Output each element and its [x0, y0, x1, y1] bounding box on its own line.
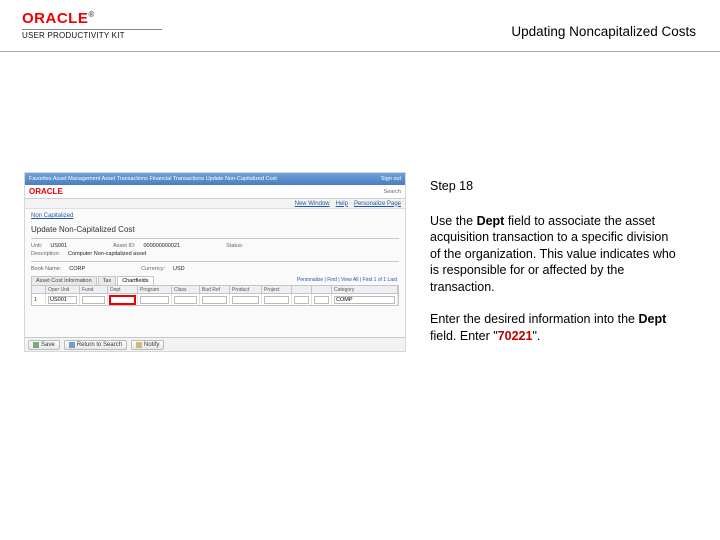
cell-fund[interactable] [80, 294, 108, 305]
cell-category[interactable] [332, 294, 398, 305]
product-input[interactable] [232, 296, 259, 304]
col-category: Category [332, 286, 398, 293]
cell-blank1[interactable] [292, 294, 312, 305]
unit-value: US001 [50, 243, 67, 249]
cell-dept[interactable] [108, 294, 138, 305]
instruction-para2: Enter the desired information into the D… [430, 311, 676, 344]
cell-project[interactable] [262, 294, 292, 305]
fund-input[interactable] [82, 296, 105, 304]
cell-operunit[interactable] [46, 294, 80, 305]
col-operunit: Oper Unit [46, 286, 80, 293]
search-label: Search [384, 189, 401, 195]
subbrand-text: USER PRODUCTIVITY KIT [22, 29, 162, 40]
grid-nav[interactable]: Personalize | Find | View All | First 1 … [155, 276, 400, 285]
page-title: Updating Noncapitalized Costs [511, 24, 696, 39]
col-budref: Bud Ref [200, 286, 230, 293]
noncapitalized-link[interactable]: Non Capitalized [31, 213, 73, 219]
help-link[interactable]: Help [336, 201, 348, 207]
operunit-input[interactable] [48, 296, 77, 304]
cell-class[interactable] [172, 294, 200, 305]
grid-row: 1 [31, 294, 399, 306]
program-input[interactable] [140, 296, 169, 304]
embedded-screenshot: Favorites Asset Management Asset Transac… [24, 172, 406, 352]
notify-icon [136, 342, 142, 348]
entry-value: 70221 [498, 329, 533, 343]
form-title: Update Non-Capitalized Cost [31, 225, 399, 234]
return-icon [69, 342, 75, 348]
cell-seq: 1 [32, 294, 46, 305]
personalize-link[interactable]: Personalize Page [354, 201, 401, 207]
class-input[interactable] [174, 296, 197, 304]
notify-button[interactable]: Notify [131, 340, 164, 350]
bookname-value: CORP [69, 266, 85, 272]
col-class: Class [172, 286, 200, 293]
dept-input[interactable] [110, 296, 135, 304]
currency-label: Currency: [141, 266, 165, 272]
project-input[interactable] [264, 296, 289, 304]
col-blank2 [312, 286, 332, 293]
grid-header: Oper Unit Fund Dept Program Class Bud Re… [31, 285, 399, 294]
save-icon [33, 342, 39, 348]
descr-label: Description: [31, 251, 60, 257]
cell-program[interactable] [138, 294, 172, 305]
unit-label: Unit: [31, 243, 42, 249]
blank1-input[interactable] [294, 296, 309, 304]
instruction-panel: Step 18 Use the Dept field to associate … [430, 178, 676, 360]
budref-input[interactable] [202, 296, 227, 304]
save-button[interactable]: Save [28, 340, 60, 350]
cell-product[interactable] [230, 294, 262, 305]
tab-strip: Asset Cost Information Tax Chartfields P… [31, 276, 399, 285]
oracle-logo-inner: ORACLE [29, 187, 63, 196]
tab-cost-info[interactable]: Asset Cost Information [31, 276, 97, 285]
col-fund: Fund [80, 286, 108, 293]
currency-value: USD [173, 266, 185, 272]
instruction-para1: Use the Dept field to associate the asse… [430, 213, 676, 296]
app-breadcrumb-bar: Favorites Asset Management Asset Transac… [25, 173, 405, 185]
cell-blank2[interactable] [312, 294, 332, 305]
new-window-link[interactable]: New Window [295, 201, 330, 207]
category-input[interactable] [334, 296, 395, 304]
col-seq [32, 286, 46, 293]
breadcrumb-path: Favorites Asset Management Asset Transac… [29, 176, 277, 182]
col-product: Product [230, 286, 262, 293]
brand-row: ORACLE Search [25, 185, 405, 199]
return-button[interactable]: Return to Search [64, 340, 127, 350]
footer-toolbar: Save Return to Search Notify [25, 337, 405, 351]
blank2-input[interactable] [314, 296, 329, 304]
tab-tax[interactable]: Tax [98, 276, 117, 285]
step-label: Step 18 [430, 178, 676, 195]
assetid-label: Asset ID: [113, 243, 135, 249]
page-header: ORACLE® USER PRODUCTIVITY KIT Updating N… [0, 0, 720, 52]
descr-value: Computer Non-capitalized asset [68, 251, 146, 257]
col-blank1 [292, 286, 312, 293]
col-dept: Dept [108, 286, 138, 293]
col-project: Project [262, 286, 292, 293]
utility-row: New Window Help Personalize Page [25, 199, 405, 209]
col-program: Program [138, 286, 172, 293]
brand-text: ORACLE® [22, 10, 162, 27]
cell-budref[interactable] [200, 294, 230, 305]
bookname-label: Book Name: [31, 266, 61, 272]
status-label: Status: [226, 243, 243, 249]
oracle-logo: ORACLE® USER PRODUCTIVITY KIT [22, 10, 162, 40]
tab-chartfields[interactable]: Chartfields [117, 276, 153, 285]
signout-link[interactable]: Sign out [381, 176, 401, 182]
assetid-value: 000000000021 [143, 243, 180, 249]
